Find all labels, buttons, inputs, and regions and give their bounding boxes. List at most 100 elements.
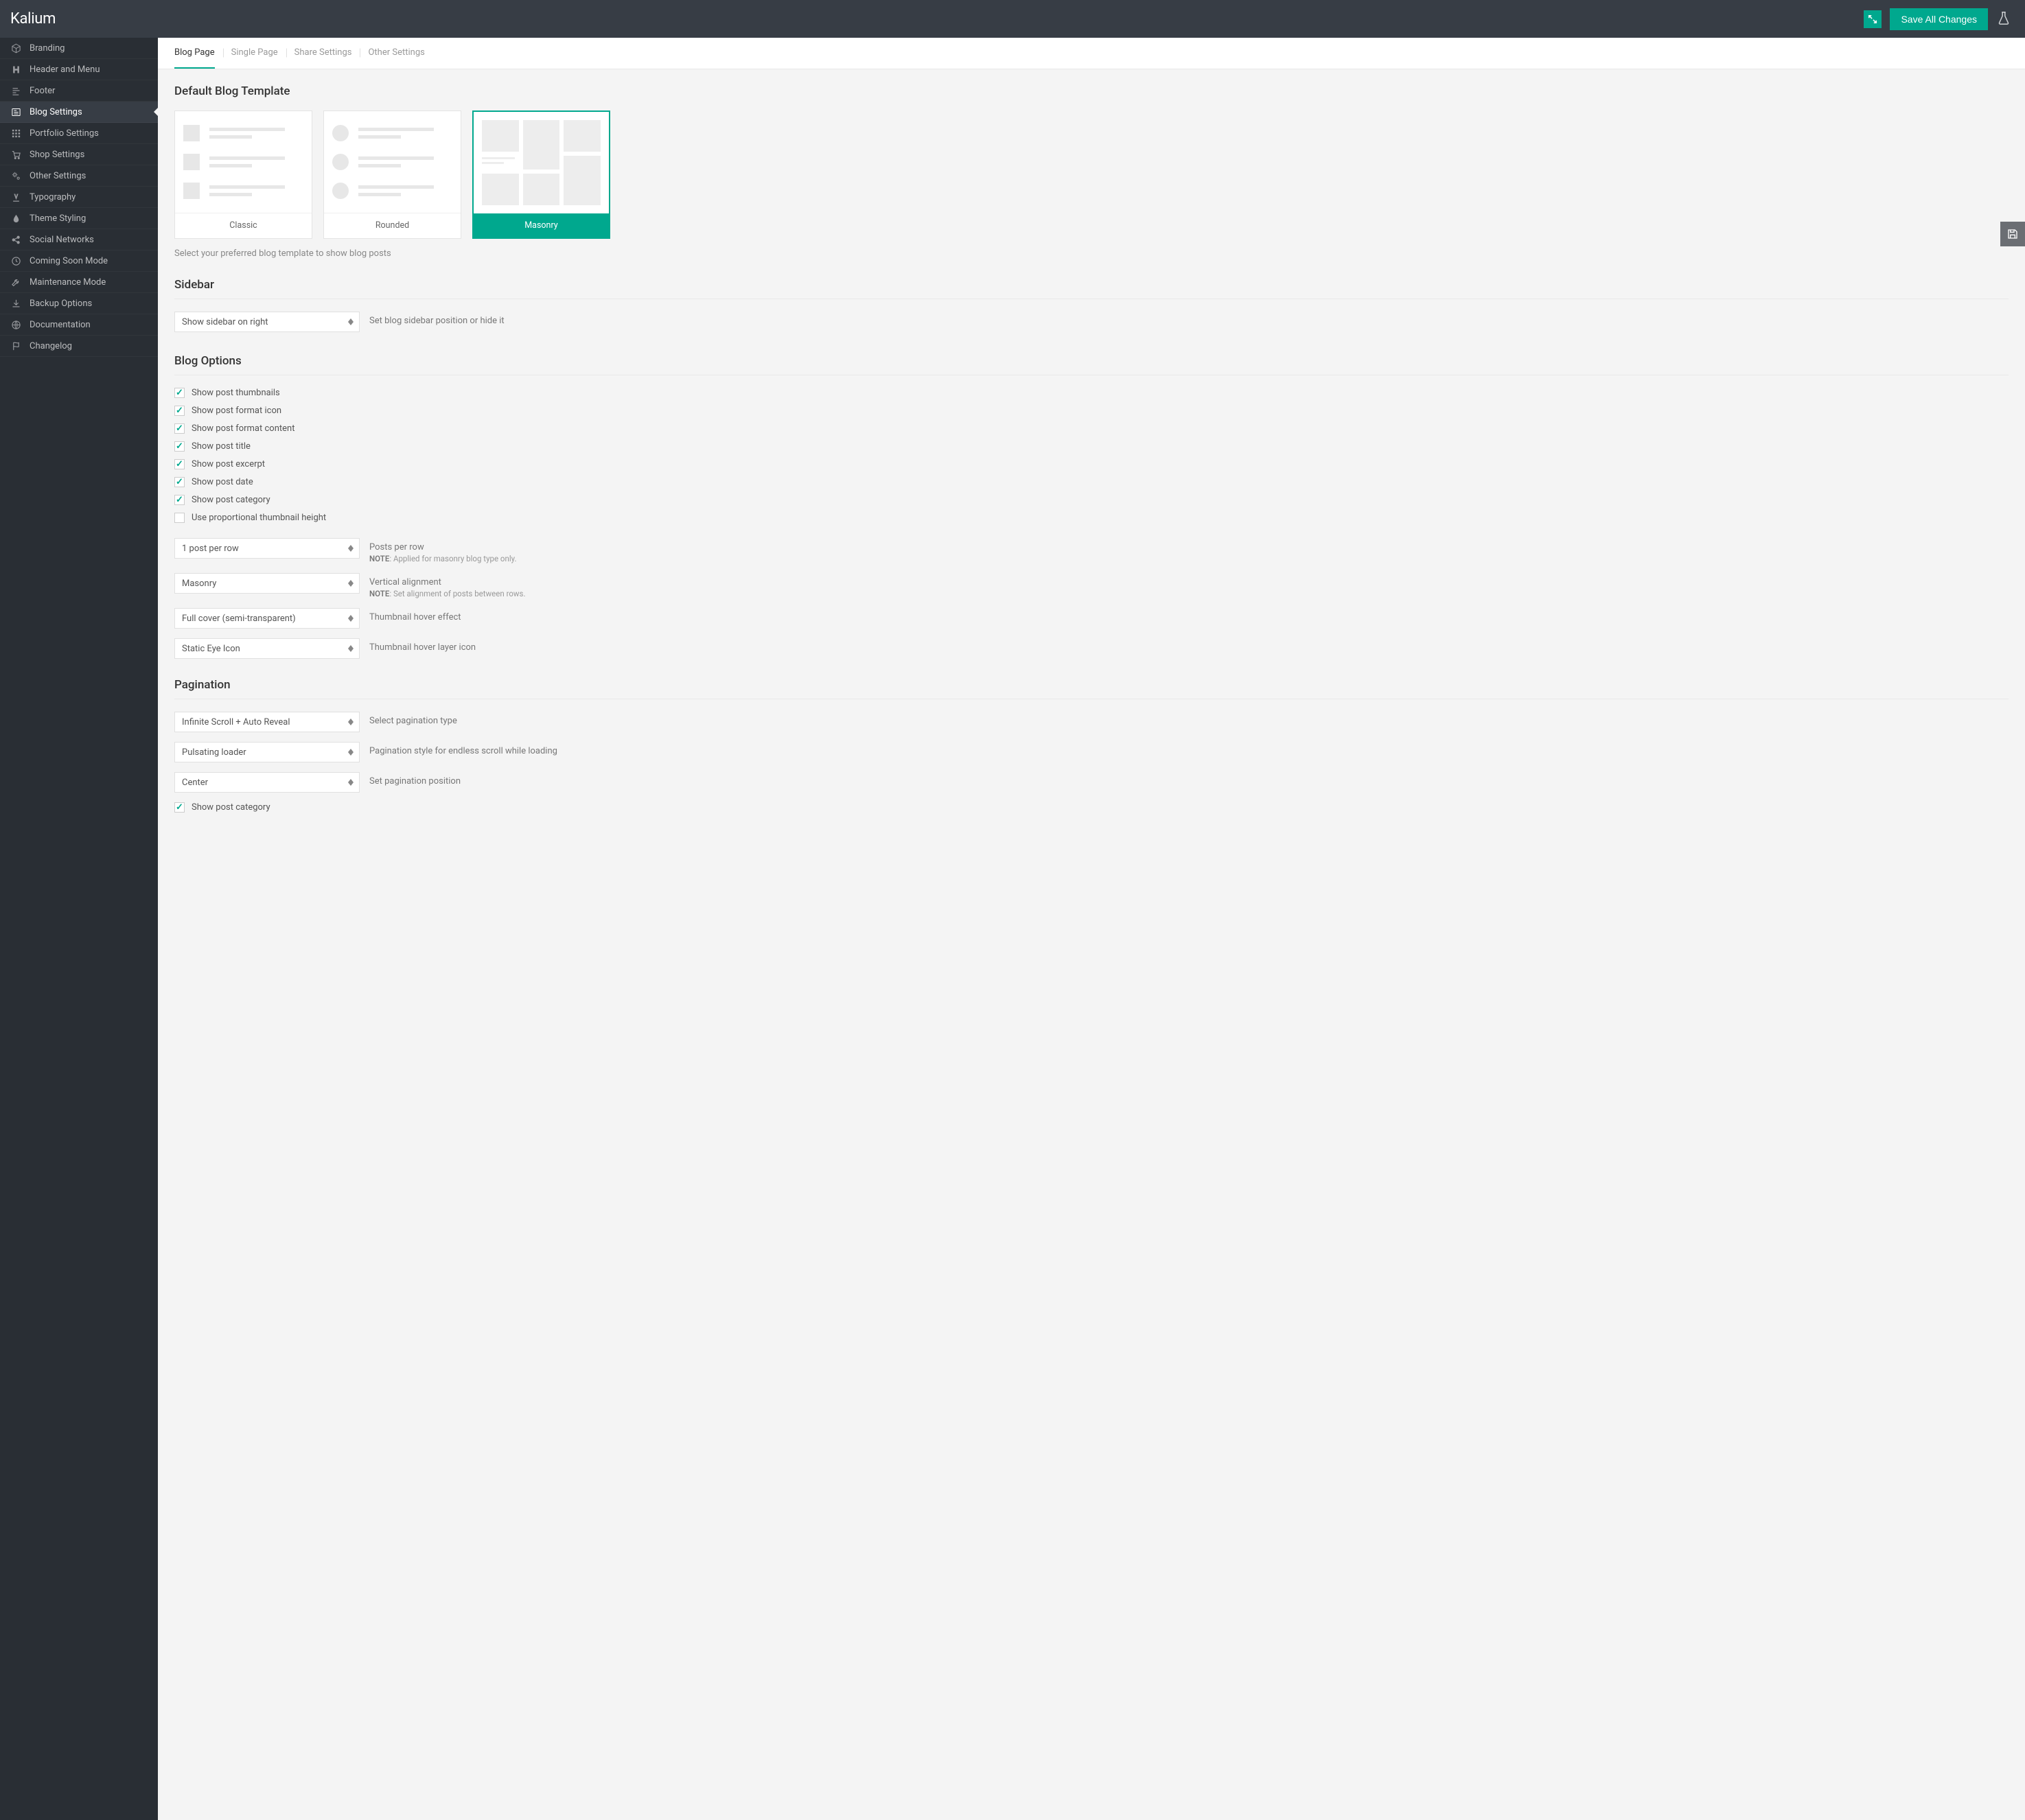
checkbox[interactable] (174, 495, 185, 505)
header-actions: Save All Changes (1864, 8, 2011, 30)
sidebar-item-typography[interactable]: Typography (0, 187, 158, 208)
gears-icon (10, 170, 21, 181)
sidebar-item-other-settings[interactable]: Other Settings (0, 165, 158, 187)
check-row: Show post thumbnails (174, 388, 2009, 398)
sidebar-item-label: Branding (30, 43, 65, 54)
sidebar-item-branding[interactable]: Branding (0, 38, 158, 59)
sidebar-item-label: Theme Styling (30, 213, 86, 224)
select[interactable]: Infinite Scroll + Auto Reveal (174, 712, 360, 732)
header-icon (10, 64, 21, 75)
expand-button[interactable] (1864, 10, 1882, 28)
checkbox-label: Show post format icon (192, 406, 281, 416)
chevron-updown-icon (348, 318, 354, 325)
template-options: Classic Rounded (174, 110, 2009, 239)
top-header: Kalium Save All Changes (0, 0, 2025, 38)
check-row: Show post excerpt (174, 459, 2009, 469)
sidebar-item-label: Typography (30, 192, 76, 202)
checkbox[interactable] (174, 423, 185, 434)
tab-other-settings[interactable]: Other Settings (368, 38, 424, 69)
sidebar-item-label: Shop Settings (30, 150, 84, 160)
sidebar-item-social-networks[interactable]: Social Networks (0, 229, 158, 250)
section-title-template: Default Blog Template (174, 84, 2009, 98)
tab-blog-page[interactable]: Blog Page (174, 38, 215, 69)
sidebar-item-documentation[interactable]: Documentation (0, 314, 158, 336)
section-title-sidebar: Sidebar (174, 278, 2009, 299)
drop-icon (10, 213, 21, 224)
template-rounded[interactable]: Rounded (323, 110, 461, 239)
template-helper: Select your preferred blog template to s… (174, 248, 2009, 259)
pagination-check-row: Show post category (174, 802, 2009, 813)
show-post-category-checkbox[interactable] (174, 802, 185, 813)
tab-share-settings[interactable]: Share Settings (294, 38, 352, 69)
tabs: Blog Page Single Page Share Settings Other … (158, 38, 2025, 69)
check-row: Show post format icon (174, 406, 2009, 416)
sidebar-item-label: Blog Settings (30, 107, 82, 117)
sidebar-item-coming-soon-mode[interactable]: Coming Soon Mode (0, 250, 158, 272)
check-row: Show post title (174, 441, 2009, 452)
check-row: Show post category (174, 495, 2009, 505)
select[interactable]: Static Eye Icon (174, 638, 360, 659)
footer-icon (10, 85, 21, 96)
select-value: Show sidebar on right (182, 317, 268, 327)
checkbox[interactable] (174, 441, 185, 452)
check-row: Show post format content (174, 423, 2009, 434)
sidebar-item-label: Documentation (30, 320, 91, 330)
sidebar-position-select[interactable]: Show sidebar on right (174, 312, 360, 332)
checkbox[interactable] (174, 406, 185, 416)
template-label: Masonry (474, 213, 609, 237)
share-icon (10, 234, 21, 245)
sidebar-item-theme-styling[interactable]: Theme Styling (0, 208, 158, 229)
check-row: Use proportional thumbnail height (174, 513, 2009, 523)
checkbox[interactable] (174, 477, 185, 487)
select[interactable]: Full cover (semi-transparent) (174, 608, 360, 629)
save-icon (2007, 229, 2018, 240)
chevron-updown-icon (348, 719, 354, 725)
type-icon (10, 191, 21, 202)
select-value: Static Eye Icon (182, 644, 240, 654)
sidebar-helper: Set blog sidebar position or hide it (369, 312, 2009, 326)
tab-single-page[interactable]: Single Page (231, 38, 278, 69)
select[interactable]: Center (174, 772, 360, 793)
sidebar-item-changelog[interactable]: Changelog (0, 336, 158, 357)
checkbox[interactable] (174, 459, 185, 469)
download-icon (10, 298, 21, 309)
select-value: Center (182, 778, 208, 788)
checkbox-label: Show post title (192, 441, 251, 452)
brand-title: Kalium (10, 10, 56, 27)
checkbox[interactable] (174, 388, 185, 398)
select-helper: Pagination style for endless scroll whil… (369, 742, 2009, 756)
checkbox[interactable] (174, 513, 185, 523)
checkbox-label: Show post date (192, 477, 253, 487)
save-all-button[interactable]: Save All Changes (1890, 8, 1988, 30)
select-value: Infinite Scroll + Auto Reveal (182, 717, 290, 727)
select[interactable]: 1 post per row (174, 538, 360, 559)
sidebar-item-shop-settings[interactable]: Shop Settings (0, 144, 158, 165)
section-title-pagination: Pagination (174, 678, 2009, 699)
select-value: Masonry (182, 579, 216, 589)
checkbox-label: Show post format content (192, 423, 294, 434)
sidebar: Branding Header and Menu Footer Blog Settin… (0, 38, 158, 1820)
flask-icon[interactable] (1996, 10, 2011, 28)
sidebar-item-label: Changelog (30, 341, 72, 351)
sidebar-item-backup-options[interactable]: Backup Options (0, 293, 158, 314)
sidebar-item-portfolio-settings[interactable]: Portfolio Settings (0, 123, 158, 144)
select[interactable]: Pulsating loader (174, 742, 360, 762)
chevron-updown-icon (348, 645, 354, 652)
select-helper: Thumbnail hover effect (369, 608, 2009, 622)
floating-save-button[interactable] (2000, 222, 2025, 246)
template-masonry[interactable]: Masonry (472, 110, 610, 239)
chevron-updown-icon (348, 749, 354, 756)
chevron-updown-icon (348, 779, 354, 786)
sidebar-item-label: Header and Menu (30, 65, 100, 75)
flag-icon (10, 340, 21, 351)
sidebar-item-footer[interactable]: Footer (0, 80, 158, 102)
chevron-updown-icon (348, 615, 354, 622)
sidebar-item-header-and-menu[interactable]: Header and Menu (0, 59, 158, 80)
sidebar-item-maintenance-mode[interactable]: Maintenance Mode (0, 272, 158, 293)
select[interactable]: Masonry (174, 573, 360, 594)
main-content: Blog Page Single Page Share Settings Other … (158, 38, 2025, 1820)
template-classic[interactable]: Classic (174, 110, 312, 239)
blog-icon (10, 106, 21, 117)
sidebar-item-blog-settings[interactable]: Blog Settings (0, 102, 158, 123)
select-helper: Set pagination position (369, 772, 2009, 786)
